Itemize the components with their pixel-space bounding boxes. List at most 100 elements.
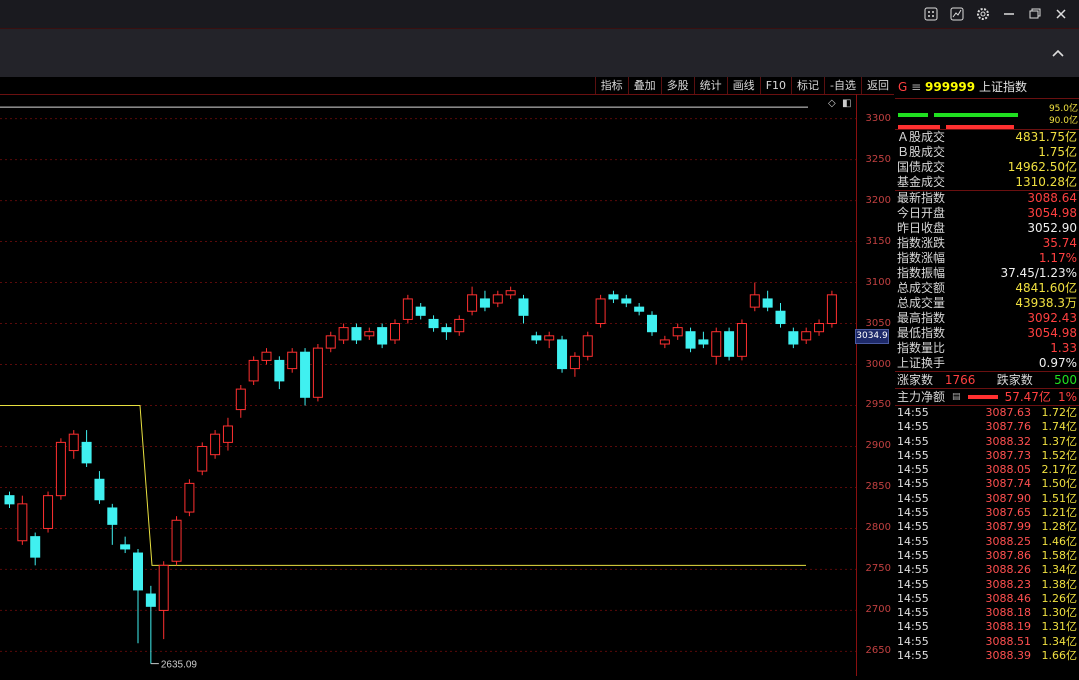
candle-body — [261, 351, 272, 361]
tick-time: 14:55 — [897, 534, 929, 548]
diamond-icon: ◇ — [828, 98, 836, 109]
candle-body — [81, 441, 92, 464]
candle-body — [582, 335, 593, 357]
toolbar-item[interactable]: F10 — [759, 77, 791, 94]
candle-body — [659, 339, 670, 345]
tick-row: 14:55 3088.51 1.34亿 — [895, 635, 1079, 649]
tick-row: 14:55 3088.18 1.30亿 — [895, 606, 1079, 620]
candle-body — [724, 331, 735, 357]
candle-body — [158, 564, 169, 611]
tick-time: 14:55 — [897, 634, 929, 648]
chevron-up-icon[interactable] — [1051, 43, 1065, 62]
candle-body — [312, 347, 323, 398]
tick-amount: 1.46亿 — [1041, 534, 1078, 548]
tick-amount: 1.52亿 — [1041, 448, 1078, 462]
y-tick-label: 2950 — [865, 399, 891, 411]
quote-label: 指数涨幅 — [897, 251, 946, 265]
tick-row: 14:55 3088.26 1.34亿 — [895, 563, 1079, 577]
quote-label: 指数振幅 — [897, 266, 946, 280]
tick-time: 14:55 — [897, 649, 929, 663]
tick-time: 14:55 — [897, 434, 929, 448]
main-flow-label: 主力净额 — [897, 390, 946, 404]
tick-time: 14:55 — [897, 477, 929, 491]
restore-icon[interactable] — [1025, 4, 1045, 24]
toolbar-item[interactable]: -自选 — [824, 77, 861, 94]
bar-red-1 — [898, 125, 940, 129]
trade-row: 国债成交 14962.50亿 — [895, 160, 1079, 175]
quote-label: 最高指数 — [897, 311, 946, 325]
tick-amount: 1.34亿 — [1041, 634, 1078, 648]
tick-price: 3088.51 — [985, 634, 1032, 648]
toolbar-item[interactable]: 统计 — [693, 77, 727, 94]
tick-time: 14:55 — [897, 563, 929, 577]
tick-row: 14:55 3087.86 1.58亿 — [895, 549, 1079, 563]
chart-toolbar: 指标 叠加 多股 统计 画线 F10 标记 -自选 返回 — [0, 77, 894, 95]
candle-body — [300, 351, 311, 398]
toolbar-item[interactable]: 返回 — [861, 77, 894, 94]
candle-body — [287, 351, 298, 370]
tick-list[interactable]: 14:55 3087.63 1.72亿 14:55 3087.76 1.74亿 14:55 3… — [895, 405, 1079, 663]
candle-body — [94, 478, 105, 501]
toolbar-item[interactable]: 多股 — [660, 77, 694, 94]
menu-icon[interactable]: ≡ — [911, 80, 921, 94]
candle-body — [801, 331, 812, 341]
tick-price: 3088.05 — [985, 463, 1032, 477]
quote-value: 0.97% — [1038, 356, 1077, 370]
candle-body — [595, 298, 606, 325]
toolbar-item[interactable]: 画线 — [726, 77, 760, 94]
tick-row: 14:55 3087.74 1.50亿 — [895, 477, 1079, 491]
list-icon[interactable]: ▤ — [952, 389, 961, 405]
kline-svg: 2635.09 ◇ ◧ — [0, 98, 856, 671]
candle-body — [621, 298, 632, 304]
trade-label: 基金成交 — [897, 175, 946, 189]
candle-body — [43, 495, 54, 529]
quote-value: 1.33 — [1050, 341, 1077, 355]
kline-chart[interactable]: 2635.09 ◇ ◧ — [0, 94, 856, 676]
down-count-value: 500 — [1054, 373, 1077, 387]
trade-volume-list: Ａ股成交 4831.75亿 Ｂ股成交 1.75亿 国债成交 14962.50亿 基金成交 13… — [895, 130, 1079, 190]
tick-amount: 1.72亿 — [1041, 406, 1078, 419]
quote-value: 3052.90 — [1027, 221, 1077, 235]
candle-body — [184, 482, 195, 513]
candle-body — [788, 331, 799, 345]
tick-price: 3088.39 — [985, 649, 1032, 663]
tick-amount: 2.17亿 — [1041, 463, 1078, 477]
candle-body — [814, 323, 825, 333]
toolbar-items: 指标 叠加 多股 统计 画线 F10 标记 -自选 返回 — [594, 77, 894, 94]
trade-value: 4831.75亿 — [1015, 130, 1077, 144]
candle-body — [364, 331, 375, 337]
tick-price: 3088.19 — [985, 620, 1032, 634]
volume-bars: 95.0亿 90.0亿 — [895, 99, 1079, 130]
trade-label: 国债成交 — [897, 160, 946, 174]
toolbar-item[interactable]: 指标 — [594, 77, 628, 94]
y-tick-label: 2850 — [865, 481, 891, 493]
tick-amount: 1.26亿 — [1041, 591, 1078, 605]
y-tick-label: 3250 — [865, 153, 891, 165]
y-tick-label: 3050 — [865, 317, 891, 329]
quote-label: 指数涨跌 — [897, 236, 946, 250]
trade-value: 1.75亿 — [1038, 145, 1077, 159]
candle-body — [55, 441, 66, 497]
quote-label: 昨日收盘 — [897, 221, 946, 235]
quote-value: 3054.98 — [1027, 206, 1077, 220]
y-tick-label: 2800 — [865, 522, 891, 534]
grid-icon[interactable] — [921, 4, 941, 24]
gear-icon[interactable] — [973, 4, 993, 24]
tick-row: 14:55 3088.05 2.17亿 — [895, 463, 1079, 477]
candle-body — [171, 519, 182, 562]
panel-toggle-icon: ◧ — [842, 98, 851, 109]
y-tick-label: 2750 — [865, 563, 891, 575]
y-tick-label: 3100 — [865, 276, 891, 288]
candle-body — [518, 298, 529, 316]
close-icon[interactable] — [1051, 4, 1071, 24]
minimize-icon[interactable] — [999, 4, 1019, 24]
toolbar-item[interactable]: 叠加 — [627, 77, 661, 94]
quote-row: 最新指数 3088.64 — [895, 191, 1079, 206]
tick-price: 3087.99 — [985, 520, 1032, 534]
toolbar-item[interactable]: 标记 — [791, 77, 824, 94]
candle-body — [441, 327, 452, 333]
chart-icon[interactable] — [947, 4, 967, 24]
tick-price: 3087.63 — [985, 406, 1032, 419]
tick-price: 3087.74 — [985, 477, 1032, 491]
quote-value: 3054.98 — [1027, 326, 1077, 340]
